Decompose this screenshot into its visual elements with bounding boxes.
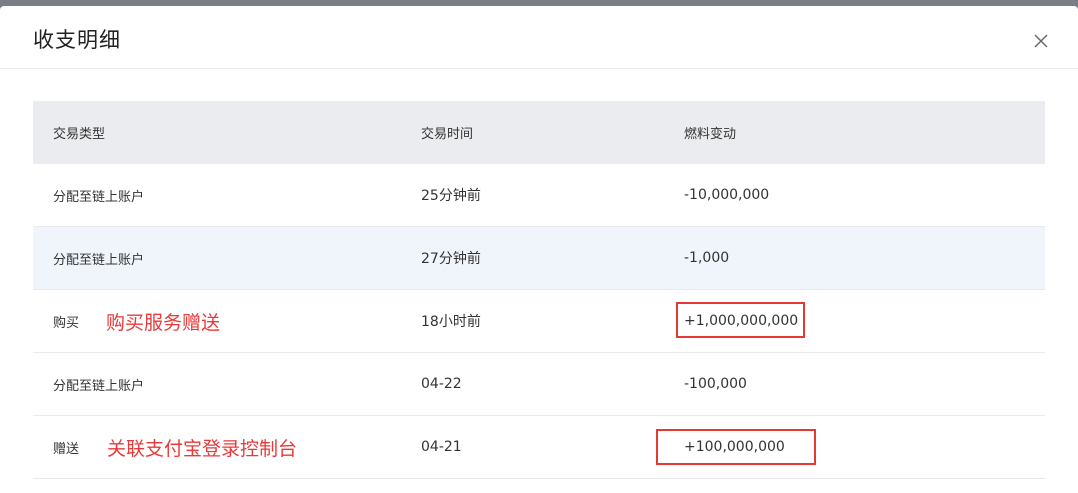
- cell-type: 购买: [53, 315, 80, 331]
- cell-change: -10,000,000: [684, 187, 770, 203]
- table-row: 分配至链上账户 04-22 -100,000: [33, 353, 1045, 416]
- dialog-title: 收支明细: [33, 28, 121, 52]
- cell-type: 分配至链上账户: [53, 189, 145, 205]
- table-row: 购买 购买服务赠送 18小时前 +1,000,000,000: [33, 290, 1045, 353]
- dialog-header: 收支明细: [0, 6, 1078, 69]
- cell-type: 赠送: [53, 441, 80, 457]
- close-icon: [1034, 34, 1048, 48]
- highlight-box: [676, 302, 805, 338]
- cell-time: 04-22: [421, 376, 462, 392]
- annotation-purchase-gift: 购买服务赠送: [106, 311, 221, 334]
- header-transaction-time: 交易时间: [421, 127, 474, 142]
- highlight-box: [656, 429, 816, 465]
- cell-time: 25分钟前: [421, 188, 481, 204]
- cell-type: 分配至链上账户: [53, 378, 145, 394]
- cell-time: 04-21: [421, 439, 462, 455]
- cell-change: -100,000: [684, 376, 747, 392]
- cell-change: -1,000: [684, 250, 730, 266]
- cell-time: 27分钟前: [421, 251, 481, 267]
- header-transaction-type: 交易类型: [53, 127, 106, 142]
- close-button[interactable]: [1031, 31, 1051, 51]
- transactions-table: 交易类型 交易时间 燃料变动 分配至链上账户 25分钟前 -10,000,000…: [33, 101, 1045, 479]
- table-row: 分配至链上账户 25分钟前 -10,000,000: [33, 164, 1045, 227]
- header-fuel-change: 燃料变动: [684, 127, 737, 142]
- table-row: 分配至链上账户 27分钟前 -1,000: [33, 227, 1045, 290]
- annotation-alipay-login: 关联支付宝登录控制台: [107, 437, 298, 460]
- cell-type: 分配至链上账户: [53, 252, 145, 268]
- cell-time: 18小时前: [421, 314, 481, 330]
- table-row: 赠送 关联支付宝登录控制台 04-21 +100,000,000: [33, 416, 1045, 479]
- table-header: 交易类型 交易时间 燃料变动: [33, 101, 1045, 164]
- transaction-details-dialog: 收支明细 交易类型 交易时间 燃料变动 分配至链上账户 25分钟前 -10,00…: [0, 6, 1078, 493]
